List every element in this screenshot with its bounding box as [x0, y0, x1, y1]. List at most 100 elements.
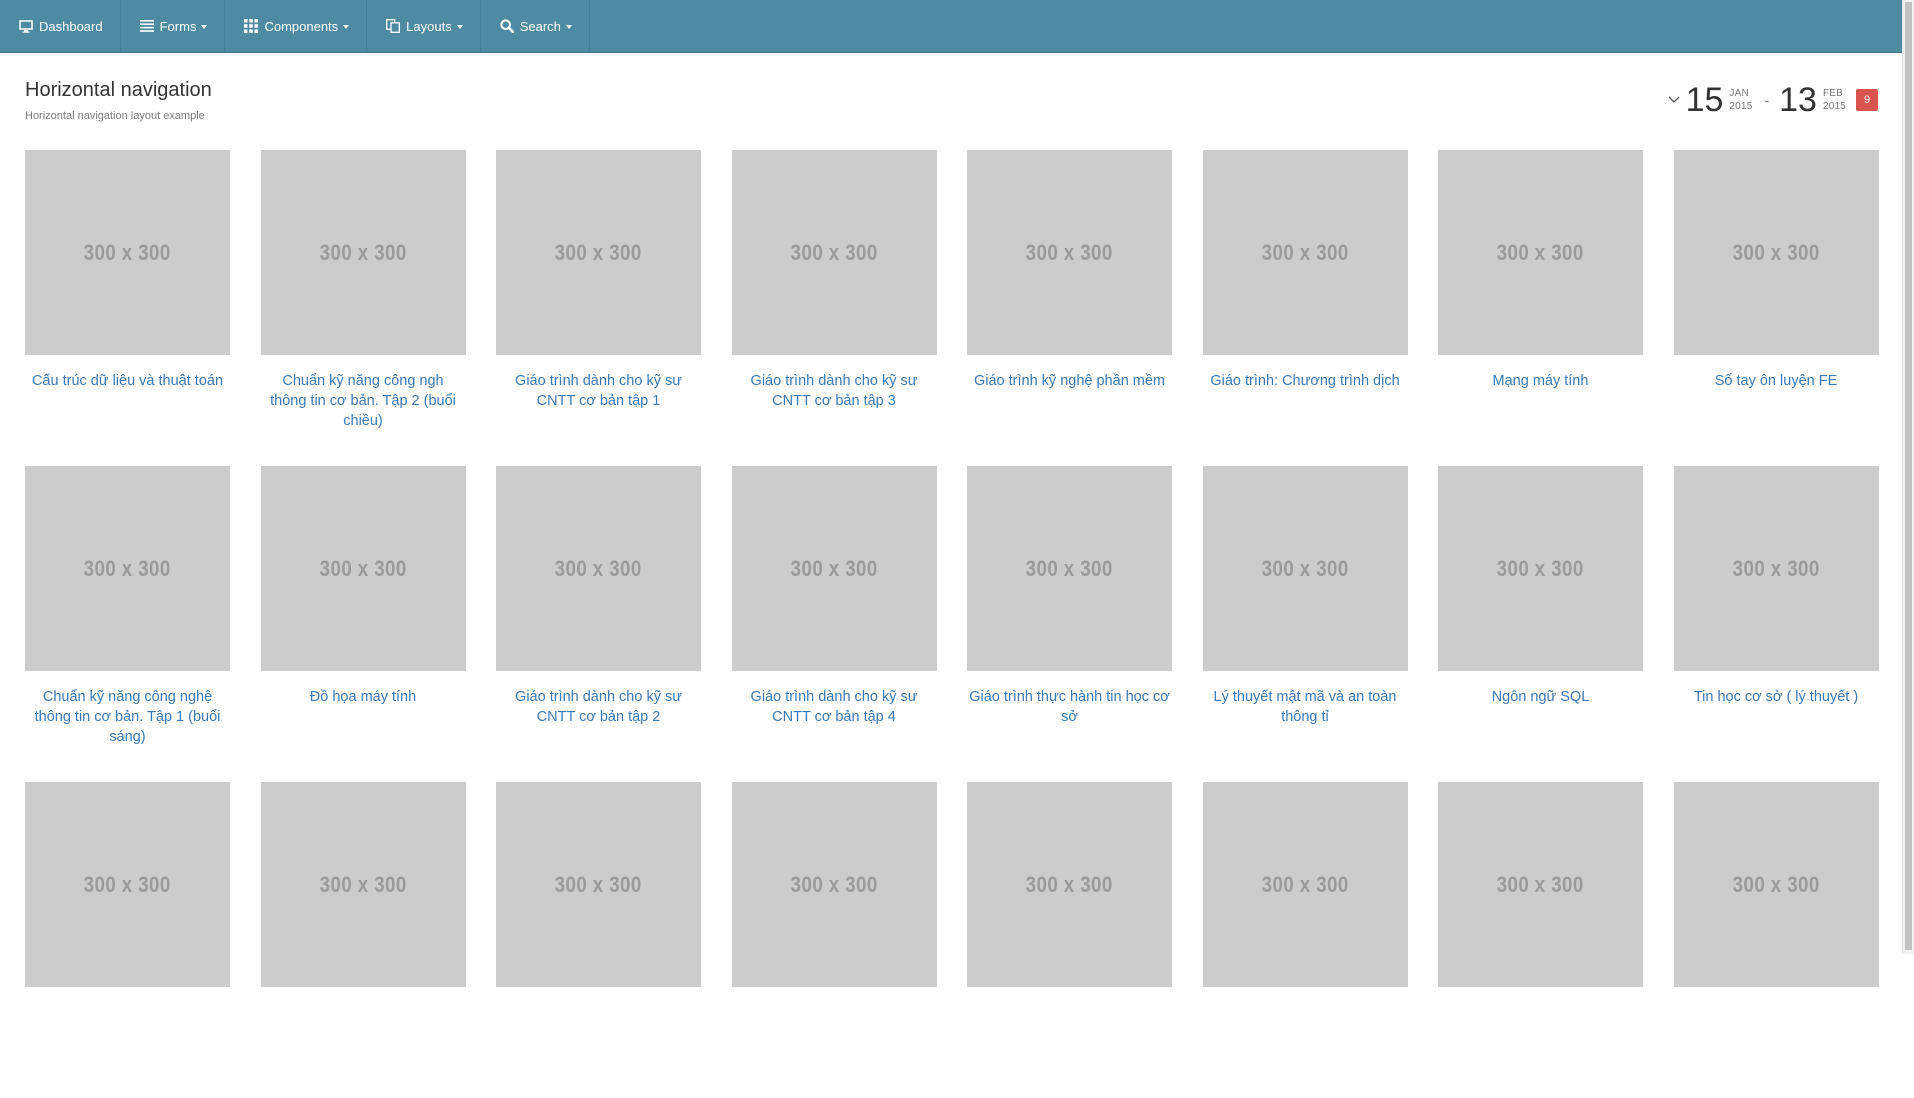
caret-down-icon	[201, 25, 208, 29]
thumbnail-placeholder-text: 300 x 300	[1496, 871, 1585, 897]
book-title-link[interactable]: Lý thuyết mật mã và an toàn thông tỉ	[1203, 687, 1408, 727]
scrollbar-thumb[interactable]	[1905, 2, 1912, 950]
thumbnail-placeholder-text: 300 x 300	[1732, 555, 1820, 581]
monitor-icon	[19, 19, 33, 33]
book-title-link[interactable]: Giáo trình dành cho kỹ sư CNTT cơ bản tậ…	[496, 371, 701, 411]
book-thumbnail[interactable]: 300 x 300	[496, 782, 701, 987]
page-subtitle: Horizontal navigation layout example	[25, 110, 205, 122]
thumbnail-placeholder-text: 300 x 300	[790, 555, 878, 581]
book-thumbnail[interactable]: 300 x 300	[496, 150, 701, 355]
book-thumbnail[interactable]: 300 x 300	[967, 150, 1172, 355]
thumbnail-placeholder-text: 300 x 300	[83, 555, 172, 581]
book-title-link[interactable]: Giáo trình: Chương trình dịch	[1203, 371, 1408, 391]
book-thumbnail[interactable]: 300 x 300	[967, 466, 1172, 671]
thumbnail-placeholder-text: 300 x 300	[1261, 555, 1349, 581]
caret-down-icon	[343, 25, 350, 29]
caret-down-icon	[456, 25, 463, 29]
book-thumbnail[interactable]: 300 x 300	[1673, 466, 1879, 671]
book-card: 300 x 300 Giáo trình dành cho kỹ sư CNTT …	[731, 150, 937, 466]
book-thumbnail[interactable]: 300 x 300	[731, 150, 937, 355]
book-card: 300 x 300 Chuẩn kỹ năng công ngh thông ti…	[260, 150, 466, 466]
book-thumbnail[interactable]: 300 x 300	[260, 150, 466, 355]
end-year: 2015	[1822, 101, 1846, 112]
book-thumbnail[interactable]: 300 x 300	[25, 782, 230, 987]
thumbnail-placeholder-text: 300 x 300	[790, 239, 878, 265]
book-title-link[interactable]: Giáo trình dành cho kỹ sư CNTT cơ bản tậ…	[732, 371, 937, 411]
nav-search-label: Search	[519, 18, 561, 34]
book-title-link[interactable]: Sổ tay ôn luyện FE	[1674, 371, 1879, 391]
book-title-link[interactable]: Giáo trình dành cho kỹ sư CNTT cơ bản tậ…	[496, 687, 701, 727]
nav-dashboard[interactable]: Dashboard	[0, 0, 121, 52]
thumbnail-placeholder-text: 300 x 300	[1025, 239, 1114, 265]
book-title-link[interactable]: Đồ họa máy tính	[261, 687, 466, 707]
book-title-link[interactable]: Cấu trúc dữ liệu và thuật toán	[25, 371, 230, 391]
vertical-scrollbar[interactable]	[1902, 0, 1914, 954]
book-thumbnail[interactable]: 300 x 300	[1202, 782, 1408, 987]
search-icon	[500, 19, 514, 33]
book-title-link[interactable]: Chuẩn kỹ năng công nghệ thông tin cơ bản…	[25, 687, 230, 747]
book-thumbnail[interactable]: 300 x 300	[25, 466, 230, 671]
thumbnail-placeholder-text: 300 x 300	[554, 239, 643, 265]
book-thumbnail[interactable]: 300 x 300	[731, 466, 937, 671]
book-thumbnail[interactable]: 300 x 300	[496, 466, 701, 671]
start-day: 15	[1685, 81, 1724, 119]
thumbnail-placeholder-text: 300 x 300	[319, 555, 407, 581]
book-card: 300 x 300 Giáo trình kỹ nghệ phần mềm	[967, 150, 1172, 466]
thumbnail-placeholder-text: 300 x 300	[1261, 239, 1349, 265]
book-thumbnail[interactable]: 300 x 300	[1438, 782, 1643, 987]
book-card: 300 x 300 Giáo trình thực hành tin học cơ…	[967, 466, 1172, 782]
book-thumbnail[interactable]: 300 x 300	[1438, 150, 1643, 355]
caret-down-icon	[565, 25, 572, 29]
book-card: 300 x 300 Giáo trình dành cho kỹ sư CNTT …	[731, 466, 937, 782]
book-title-link[interactable]: Chuẩn kỹ năng công ngh thông tin cơ bản.…	[261, 371, 466, 431]
book-card: 300 x 300	[1673, 782, 1879, 1098]
nav-components[interactable]: Components	[225, 0, 368, 52]
date-range-picker[interactable]: 15 JAN 2015 - 13 FEB 2015 9	[1668, 82, 1878, 118]
book-thumbnail[interactable]: 300 x 300	[1202, 150, 1408, 355]
book-thumbnail[interactable]: 300 x 300	[967, 782, 1172, 987]
book-thumbnail[interactable]: 300 x 300	[731, 782, 937, 987]
book-thumbnail[interactable]: 300 x 300	[25, 150, 230, 355]
book-thumbnail[interactable]: 300 x 300	[1673, 150, 1879, 355]
book-card: 300 x 300 Ngôn ngữ SQL	[1438, 466, 1643, 782]
copy-icon	[386, 19, 401, 33]
nav-forms[interactable]: Forms	[121, 0, 226, 52]
book-card: 300 x 300	[1438, 782, 1643, 1098]
book-thumbnail[interactable]: 300 x 300	[1673, 782, 1879, 987]
book-thumbnail[interactable]: 300 x 300	[1438, 466, 1643, 671]
book-grid: 300 x 300 Cấu trúc dữ liệu và thuật toán 3…	[25, 150, 1879, 1098]
date-separator: -	[1764, 92, 1770, 108]
nav-layouts[interactable]: Layouts	[367, 0, 481, 52]
thumbnail-placeholder-text: 300 x 300	[790, 871, 878, 897]
book-thumbnail[interactable]: 300 x 300	[1202, 466, 1408, 671]
book-card: 300 x 300	[25, 782, 230, 1098]
end-month: FEB	[1822, 88, 1844, 99]
thumbnail-placeholder-text: 300 x 300	[1496, 555, 1585, 581]
book-card: 300 x 300 Chuẩn kỹ năng công nghệ thông t…	[25, 466, 230, 782]
start-year: 2015	[1729, 101, 1753, 112]
book-title-link[interactable]: Tin học cơ sở ( lý thuyết )	[1674, 687, 1879, 707]
thumbnail-placeholder-text: 300 x 300	[1732, 871, 1820, 897]
book-title-link[interactable]: Ngôn ngữ SQL	[1438, 687, 1643, 707]
end-month-year: FEB 2015	[1823, 87, 1846, 113]
book-card: 300 x 300 Cấu trúc dữ liệu và thuật toán	[25, 150, 230, 466]
list-icon	[139, 20, 154, 32]
thumbnail-placeholder-text: 300 x 300	[1025, 871, 1114, 897]
nav-layouts-label: Layouts	[406, 18, 452, 34]
nav-forms-label: Forms	[159, 18, 197, 34]
book-title-link[interactable]: Giáo trình kỹ nghệ phần mềm	[967, 371, 1172, 391]
nav-search[interactable]: Search	[481, 0, 590, 52]
book-title-link[interactable]: Giáo trình dành cho kỹ sư CNTT cơ bản tậ…	[732, 687, 937, 727]
notification-badge[interactable]: 9	[1856, 89, 1878, 111]
book-title-link[interactable]: Giáo trình thực hành tin học cơ sở	[967, 687, 1172, 727]
thumbnail-placeholder-text: 300 x 300	[1025, 555, 1114, 581]
book-card: 300 x 300	[1202, 782, 1408, 1098]
book-card: 300 x 300	[731, 782, 937, 1098]
book-title-link[interactable]: Mạng máy tính	[1438, 371, 1643, 391]
book-card: 300 x 300 Giáo trình dành cho kỹ sư CNTT …	[496, 466, 701, 782]
book-thumbnail[interactable]: 300 x 300	[260, 782, 466, 987]
book-card: 300 x 300 Sổ tay ôn luyện FE	[1673, 150, 1879, 466]
thumbnail-placeholder-text: 300 x 300	[554, 871, 643, 897]
book-thumbnail[interactable]: 300 x 300	[260, 466, 466, 671]
book-card: 300 x 300	[967, 782, 1172, 1098]
